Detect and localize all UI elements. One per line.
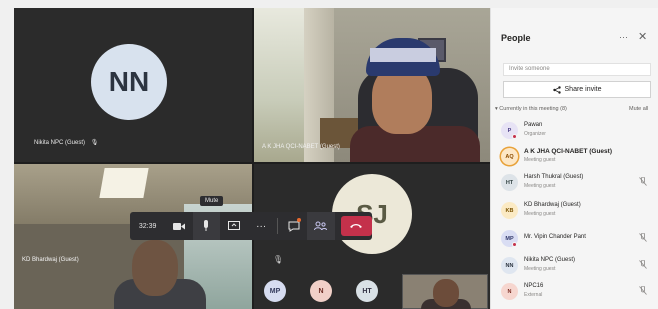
participant-name-label: KD Bhardwaj (Guest) (22, 257, 79, 263)
avatar: AQ (501, 148, 518, 165)
ceiling-light (99, 168, 149, 198)
more-icon: ··· (256, 220, 267, 232)
share-screen-button[interactable] (220, 212, 247, 240)
participant-row[interactable]: HT Harsh Thukral (Guest) Meeting guest (499, 172, 655, 194)
mini-avatar[interactable]: HT (356, 280, 378, 302)
invite-input[interactable]: Invite someone (503, 63, 651, 76)
mic-off-icon (639, 259, 647, 271)
mic-off-icon (639, 285, 647, 297)
more-actions-button[interactable]: ··· (247, 212, 274, 240)
video-tile-nikita[interactable]: NN Nikita NPC (Guest) 🎙 (14, 8, 252, 162)
camera-icon (172, 222, 185, 230)
participant-name: Nikita NPC (Guest) (524, 257, 576, 263)
person-head (433, 279, 459, 307)
chat-button[interactable] (280, 212, 307, 240)
participant-name: NPC16 (524, 283, 544, 289)
person-head (132, 240, 178, 296)
avatar: KB (501, 202, 518, 219)
mute-all-button[interactable]: Mute all (629, 106, 648, 112)
section-header[interactable]: ▾ Currently in this meeting (8) (495, 106, 567, 112)
avatar: NN (91, 44, 167, 120)
participant-role: External (524, 292, 543, 298)
participant-row[interactable]: P Pawan Organizer (499, 120, 655, 142)
meeting-timer: 32:39 (138, 222, 157, 230)
people-button[interactable] (307, 212, 335, 240)
notification-dot (297, 218, 302, 222)
presence-status-icon (512, 134, 517, 139)
close-icon[interactable]: ✕ (638, 30, 647, 43)
participant-name: A K JHA QCI-NABET (Guest) (524, 148, 612, 155)
participant-name: Pawan (524, 122, 543, 128)
participant-role: Meeting guest (524, 183, 556, 189)
mute-button[interactable] (192, 212, 221, 240)
avatar: NN (501, 257, 518, 274)
video-tile-ak-jha[interactable]: A K JHA QCI-NABET (Guest) (254, 8, 490, 162)
section-title: Currently in this meeting (8) (499, 106, 567, 112)
mic-off-icon: 🎙 (273, 255, 284, 264)
hat-band (370, 48, 436, 62)
more-options-button[interactable]: ··· (619, 32, 628, 42)
participant-row[interactable]: N NPC16 External (499, 281, 655, 303)
participant-role: Organizer (524, 131, 546, 137)
panel-title: People (501, 33, 531, 43)
meeting-control-bar: 32:39 ··· (130, 212, 372, 240)
camera-button[interactable] (165, 212, 192, 240)
participant-role: Meeting guest (524, 157, 556, 163)
video-stage: NN Nikita NPC (Guest) 🎙 A K JHA QCI-NABE… (14, 8, 490, 309)
avatar: HT (501, 174, 518, 191)
participant-row[interactable]: AQ A K JHA QCI-NABET (Guest) Meeting guest (499, 146, 655, 168)
self-view-video[interactable] (402, 274, 488, 309)
participant-name: Mr. Vipin Chander Pant (524, 234, 586, 240)
participant-name: Nikita NPC (Guest) (34, 140, 86, 146)
share-invite-label: Share invite (564, 86, 602, 93)
mini-avatar[interactable]: MP (264, 280, 286, 302)
participant-row[interactable]: KB KD Bhardwaj (Guest) Meeting guest (499, 200, 655, 222)
participant-name-label: A K JHA QCI-NABET (Guest) (262, 144, 340, 150)
teams-meeting-window: NN Nikita NPC (Guest) 🎙 A K JHA QCI-NABE… (0, 0, 658, 309)
presence-status-icon (512, 242, 517, 247)
control-divider (276, 218, 278, 234)
mute-tooltip: Mute (200, 196, 224, 206)
participant-role: Meeting guest (524, 211, 556, 217)
share-invite-button[interactable]: Share invite (503, 81, 651, 98)
mic-off-icon (639, 176, 647, 188)
chat-icon (288, 221, 300, 232)
share-screen-icon (227, 221, 240, 230)
avatar: N (501, 283, 518, 300)
participant-name: Harsh Thukral (Guest) (524, 174, 584, 180)
participant-row[interactable]: MP Mr. Vipin Chander Pant (499, 228, 655, 250)
hang-up-button[interactable] (340, 216, 372, 236)
participant-name-label: Nikita NPC (Guest) 🎙 (34, 139, 98, 146)
people-icon (314, 221, 328, 231)
mic-off-icon: 🎙 (90, 140, 99, 146)
mini-avatar[interactable]: N (310, 280, 332, 302)
participant-role: Meeting guest (524, 266, 556, 272)
share-icon (552, 85, 561, 94)
people-panel: People ··· ✕ Invite someone Share invite… (490, 8, 658, 309)
mic-off-icon (639, 232, 647, 244)
participant-row[interactable]: NN Nikita NPC (Guest) Meeting guest (499, 255, 655, 277)
microphone-icon (204, 220, 209, 231)
hang-up-icon (350, 224, 363, 228)
participant-name: KD Bhardwaj (Guest) (524, 202, 581, 208)
